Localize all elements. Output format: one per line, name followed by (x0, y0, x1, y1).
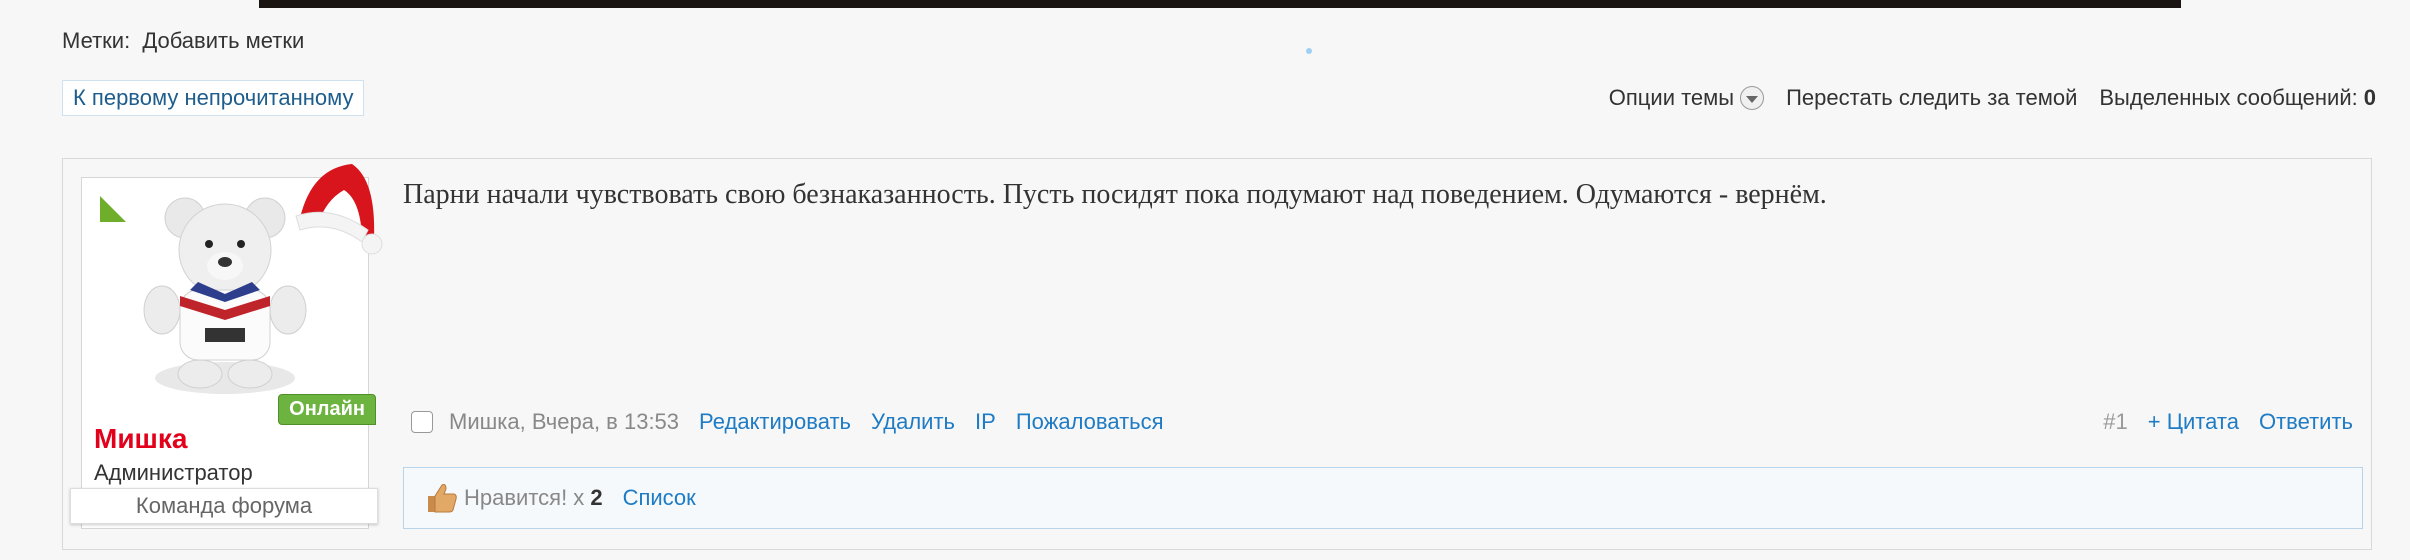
quote-link[interactable]: + Цитата (2148, 409, 2239, 435)
report-link[interactable]: Пожаловаться (1016, 409, 1164, 435)
likes-count-wrap: 2 (590, 485, 602, 511)
tags-label: Метки: (62, 28, 131, 53)
team-badge: Команда форума (70, 488, 378, 524)
username-link[interactable]: Мишка (94, 423, 187, 455)
reply-link[interactable]: Ответить (2259, 409, 2353, 435)
first-unread-button[interactable]: К первому непрочитанному (62, 80, 365, 116)
ip-link[interactable]: IP (975, 409, 996, 435)
online-badge: Онлайн (278, 394, 376, 425)
likes-label: Нравится! x (464, 485, 585, 510)
tags-row: Метки: Добавить метки (62, 28, 304, 54)
post: Онлайн Мишка Администратор Команда форум… (62, 158, 2372, 550)
user-role: Администратор (94, 460, 253, 485)
post-message: Парни начали чувствовать свою безнаказан… (403, 179, 1827, 210)
selected-messages-count: 0 (2363, 85, 2376, 110)
thread-options-label: Опции темы (1608, 85, 1735, 110)
avatar[interactable]: Онлайн (82, 164, 383, 425)
selected-messages: Выделенных сообщений: 0 (2099, 85, 2376, 111)
select-post-checkbox[interactable] (411, 411, 433, 433)
selected-messages-label: Выделенных сообщений: (2099, 85, 2358, 110)
thumbs-up-icon (428, 484, 457, 513)
santa-hat-icon (295, 164, 383, 255)
chevron-down-icon (1740, 86, 1765, 110)
decorative-dot (1306, 48, 1312, 54)
likes-count: 2 (590, 485, 603, 510)
edit-link[interactable]: Редактировать (699, 409, 851, 435)
post-meta: Мишка, Вчера, в 13:53 Редактировать Удал… (411, 409, 2353, 435)
post-author-time[interactable]: Мишка, Вчера, в 13:53 (449, 409, 679, 435)
banner-image-bottom (259, 0, 2181, 8)
delete-link[interactable]: Удалить (871, 409, 955, 435)
likes-list-link[interactable]: Список (623, 485, 696, 511)
thread-controls: Опции темы Перестать следить за темой Вы… (1587, 85, 2376, 111)
post-number[interactable]: #1 (2103, 409, 2127, 435)
add-tags-link[interactable]: Добавить метки (142, 28, 304, 53)
likes-bar: Нравится! x 2 Список (403, 467, 2363, 529)
thread-options-button[interactable]: Опции темы (1608, 85, 1765, 111)
unwatch-thread-link[interactable]: Перестать следить за темой (1786, 85, 2077, 111)
user-card: Онлайн Мишка Администратор Команда форум… (70, 164, 383, 529)
